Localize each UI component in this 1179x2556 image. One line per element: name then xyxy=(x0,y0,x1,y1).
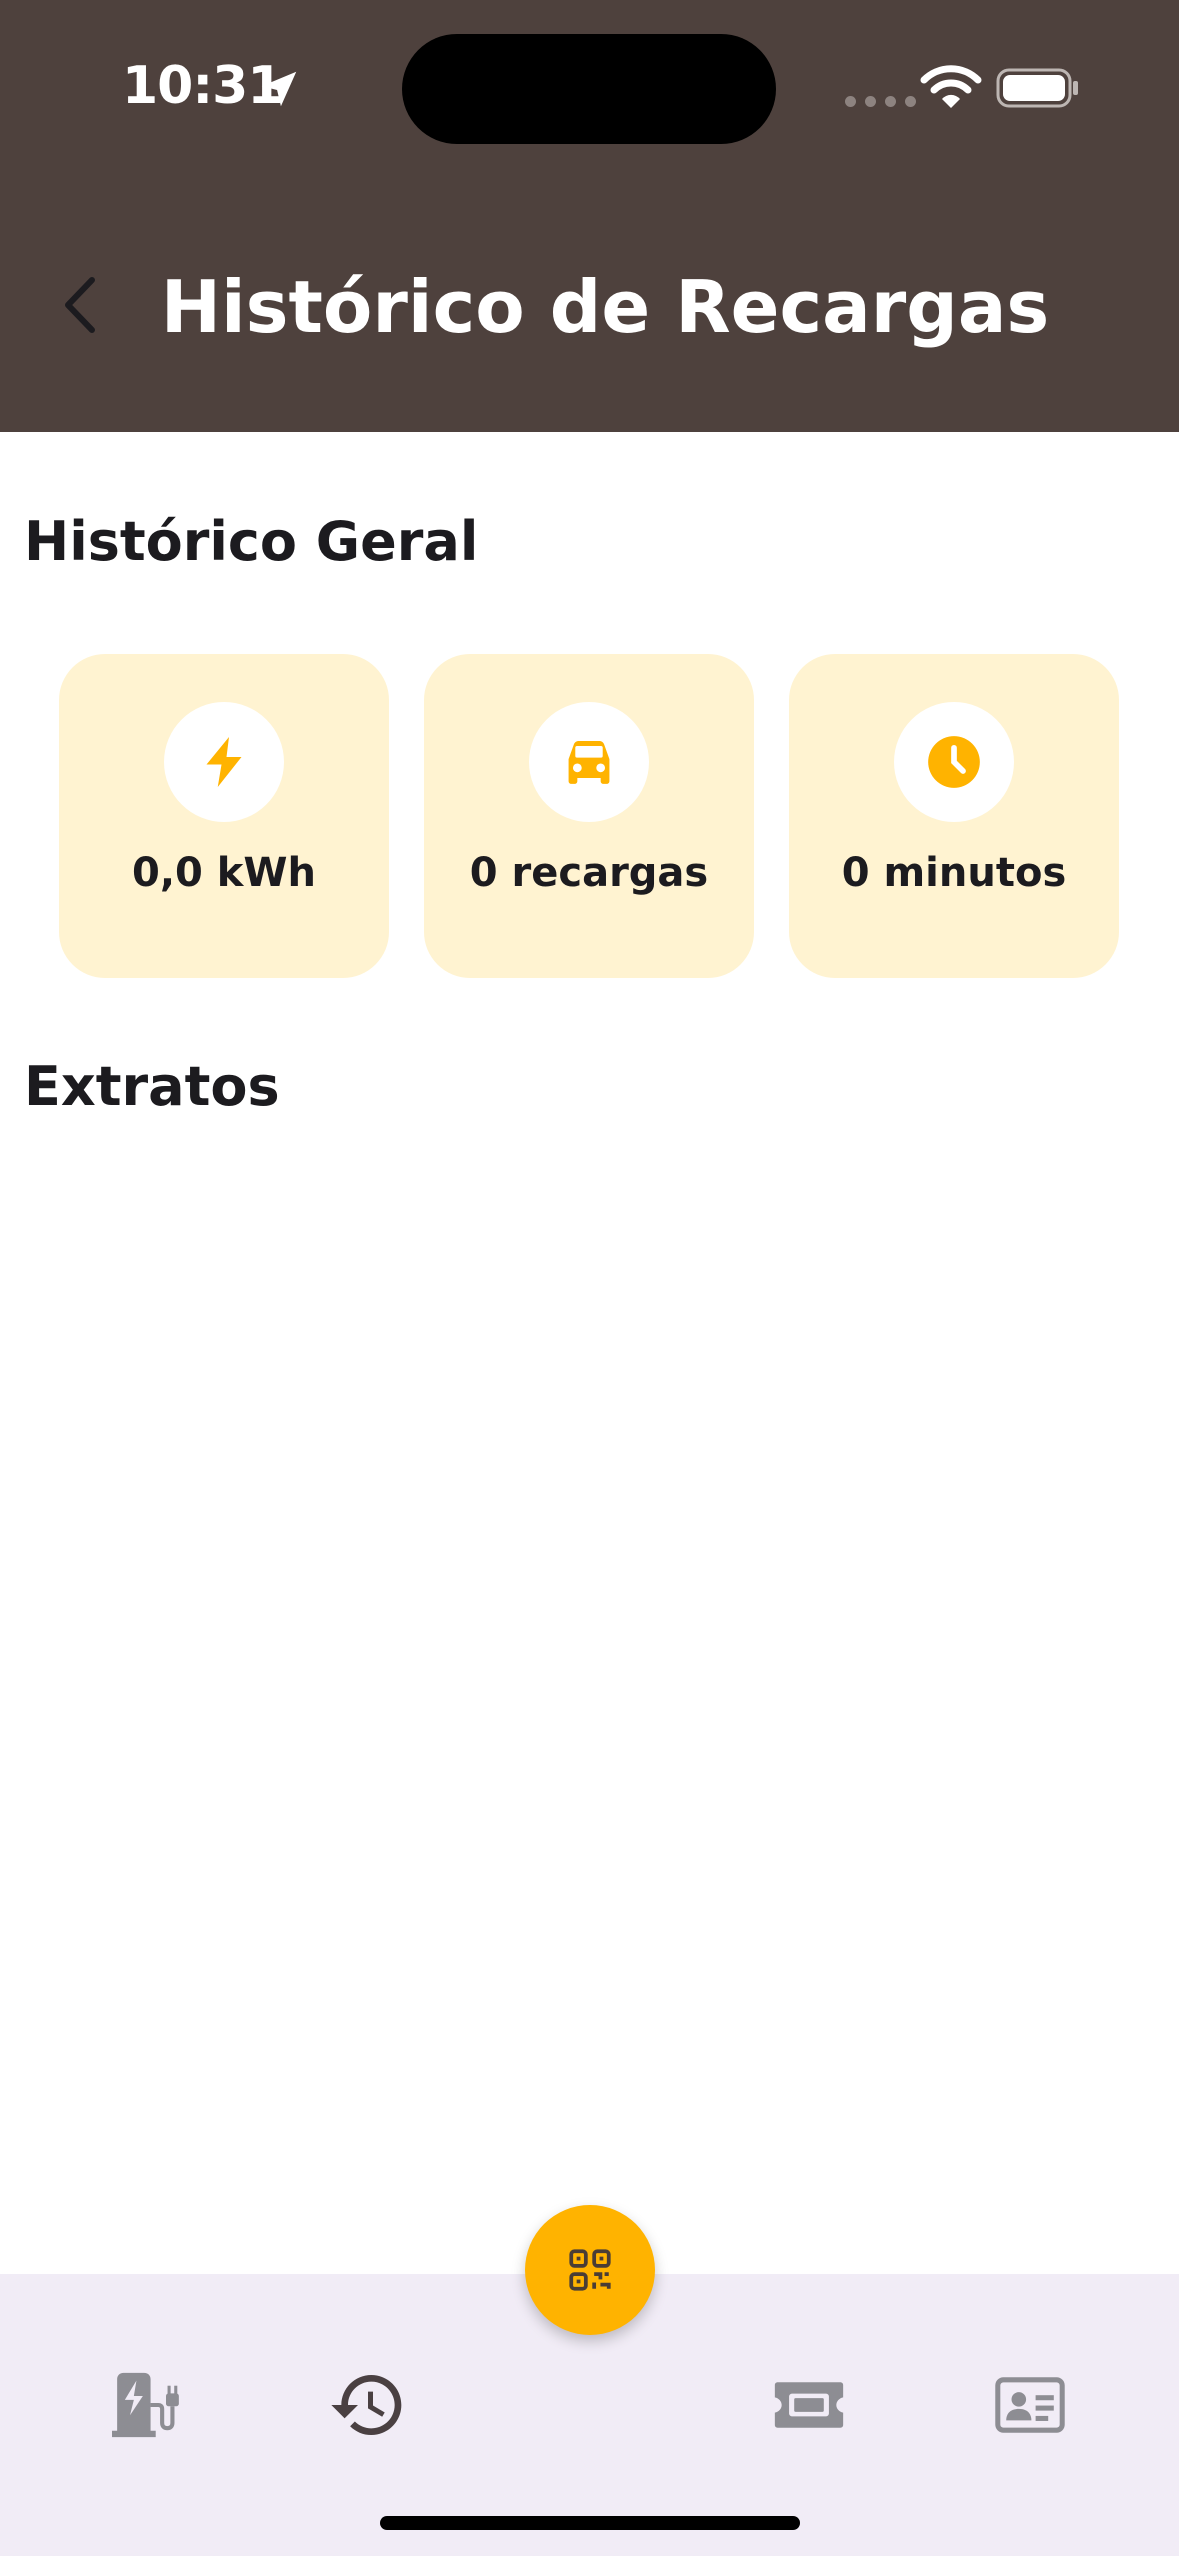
wifi-icon xyxy=(920,65,982,108)
minutes-stat-label: 0 minutos xyxy=(841,850,1067,896)
ev-charger-icon xyxy=(112,2372,179,2438)
statements-title: Extratos xyxy=(24,1055,280,1118)
nav-tickets[interactable] xyxy=(749,2350,869,2460)
clock-icon xyxy=(928,736,980,788)
car-icon xyxy=(568,741,610,784)
location-arrow-icon xyxy=(261,71,297,107)
nav-charging-stations[interactable] xyxy=(88,2350,208,2460)
home-indicator xyxy=(380,2516,800,2530)
recharges-stat-card: 0 recargas xyxy=(424,654,754,978)
battery-icon xyxy=(996,68,1078,108)
app-header: 10:31 Histórico de Recargas xyxy=(0,0,1179,432)
nav-profile[interactable] xyxy=(970,2350,1090,2460)
qr-code-icon xyxy=(569,2249,611,2291)
recharges-stat-label: 0 recargas xyxy=(469,850,709,896)
cellular-signal-icon xyxy=(845,96,916,107)
id-card-icon xyxy=(995,2377,1065,2433)
nav-history[interactable] xyxy=(308,2350,428,2460)
history-icon xyxy=(331,2375,402,2435)
ticket-icon xyxy=(774,2382,844,2428)
energy-stat-card: 0,0 kWh xyxy=(59,654,389,978)
bolt-icon xyxy=(206,737,242,787)
scan-qr-button[interactable] xyxy=(525,2205,655,2335)
dynamic-island xyxy=(402,34,776,144)
back-button[interactable] xyxy=(44,250,124,360)
minutes-stat-card: 0 minutos xyxy=(789,654,1119,978)
energy-stat-label: 0,0 kWh xyxy=(132,850,316,896)
general-history-title: Histórico Geral xyxy=(24,510,479,573)
page-title: Histórico de Recargas xyxy=(160,265,1050,349)
